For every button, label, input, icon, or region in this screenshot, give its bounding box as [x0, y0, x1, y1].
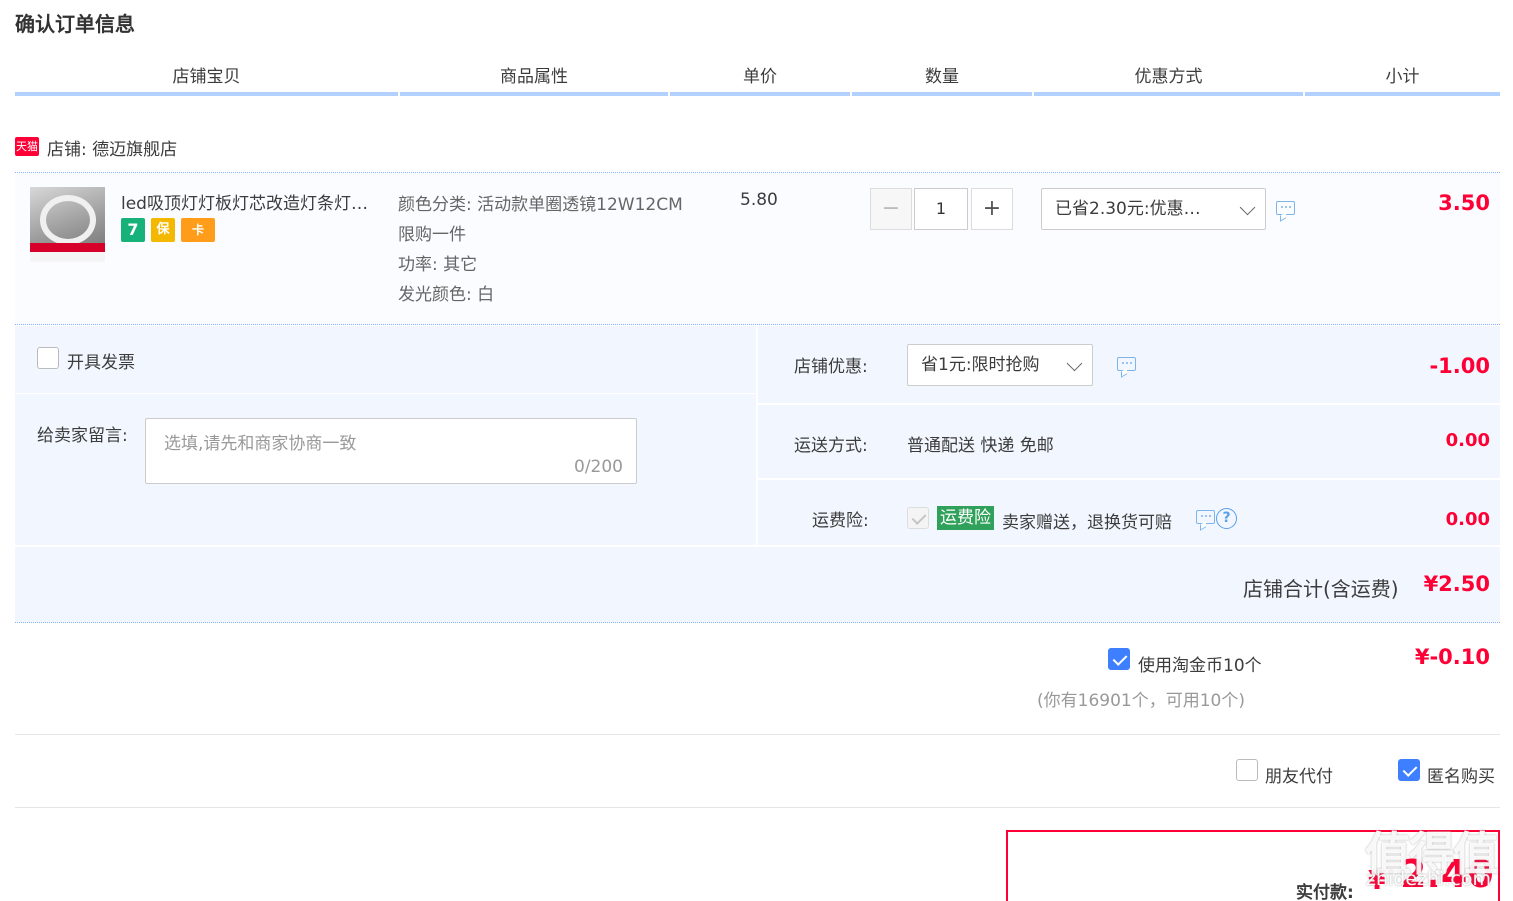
- quantity-input[interactable]: 1: [914, 188, 968, 230]
- attr-power: 功率: 其它: [398, 255, 478, 275]
- chevron-down-icon: [1239, 199, 1256, 216]
- column-header-unit-price: 单价: [670, 60, 850, 96]
- shipping-amount: 0.00: [1445, 430, 1490, 451]
- divider: [15, 734, 1500, 735]
- shop-discount-amount: -1.00: [1429, 354, 1490, 378]
- shop-discount-label: 店铺优惠:: [794, 357, 868, 377]
- invoice-label: 开具发票: [67, 353, 135, 373]
- shipping-label: 运送方式:: [794, 436, 868, 456]
- friend-pay-label: 朋友代付: [1265, 767, 1333, 787]
- chat-icon[interactable]: [1196, 510, 1215, 524]
- watermark-url: zhidezhi.com: [1366, 868, 1491, 890]
- friend-pay-checkbox[interactable]: [1236, 759, 1258, 781]
- divider: [758, 478, 1500, 480]
- page-title: 确认订单信息: [15, 12, 135, 36]
- insurance-label: 运费险:: [812, 511, 869, 531]
- help-icon[interactable]: ?: [1216, 508, 1237, 529]
- invoice-checkbox[interactable]: [37, 347, 59, 369]
- column-header-shop-item: 店铺宝贝: [15, 60, 398, 96]
- guarantee-icon[interactable]: 保: [151, 218, 175, 242]
- seven-day-return-icon[interactable]: 7: [121, 218, 145, 242]
- item-discount-select[interactable]: 已省2.30元:优惠…: [1041, 188, 1266, 230]
- pay-label: 实付款:: [1296, 883, 1354, 901]
- message-placeholder: 选填,请先和商家协商一致: [164, 434, 357, 454]
- coins-available-note: (你有16901个，可用10个): [1037, 691, 1245, 711]
- credit-card-icon[interactable]: 卡: [181, 218, 215, 242]
- table-header: 店铺宝贝 商品属性 单价 数量 优惠方式 小计: [15, 60, 1500, 96]
- item-subtotal: 3.50: [1438, 191, 1490, 215]
- shop-discount-value: 省1元:限时抢购: [921, 355, 1040, 375]
- anonymous-purchase-label: 匿名购买: [1427, 767, 1495, 787]
- coins-amount: ¥-0.10: [1414, 645, 1490, 669]
- chevron-down-icon: [1066, 355, 1083, 372]
- insurance-amount: 0.00: [1445, 509, 1490, 530]
- divider: [756, 326, 758, 545]
- insurance-badge: 运费险: [937, 506, 994, 530]
- insurance-checkbox: [907, 507, 929, 529]
- message-textarea[interactable]: 选填,请先和商家协商一致 0/200: [145, 418, 637, 484]
- quantity-minus-button[interactable]: −: [870, 188, 912, 230]
- shop-discount-select[interactable]: 省1元:限时抢购: [907, 344, 1093, 386]
- anonymous-purchase-checkbox[interactable]: [1398, 759, 1420, 781]
- product-attributes: 颜色分类: 活动款单圈透镜12W12CM 限购一件 功率: 其它 发光颜色: 白: [398, 190, 683, 310]
- column-header-quantity: 数量: [852, 60, 1032, 96]
- shipping-method: 普通配送 快递 免邮: [907, 436, 1054, 456]
- attr-light-color: 发光颜色: 白: [398, 285, 495, 305]
- message-label: 给卖家留言:: [37, 426, 128, 446]
- chat-icon[interactable]: [1117, 357, 1136, 371]
- divider: [758, 403, 1500, 405]
- unit-price: 5.80: [740, 190, 778, 210]
- column-header-subtotal: 小计: [1305, 60, 1500, 96]
- shop-name[interactable]: 店铺: 德迈旗舰店: [47, 135, 177, 160]
- message-char-count: 0/200: [574, 457, 623, 477]
- divider: [15, 393, 756, 394]
- product-image[interactable]: [30, 187, 105, 262]
- column-header-discount: 优惠方式: [1034, 60, 1303, 96]
- insurance-description: 卖家赠送，退换货可赔: [1002, 513, 1172, 533]
- quantity-plus-button[interactable]: +: [971, 188, 1013, 230]
- chat-icon[interactable]: [1276, 201, 1295, 215]
- column-header-attributes: 商品属性: [400, 60, 668, 96]
- divider: [15, 545, 1500, 547]
- use-coins-checkbox[interactable]: [1108, 648, 1130, 670]
- shop-total-label: 店铺合计(含运费): [1243, 577, 1399, 601]
- shop-total-amount: ¥2.50: [1423, 572, 1490, 596]
- divider: [15, 622, 1500, 623]
- divider: [15, 807, 1500, 808]
- tmall-icon: 天猫: [15, 137, 39, 156]
- item-discount-value: 已省2.30元:优惠…: [1055, 199, 1201, 219]
- attr-color: 颜色分类: 活动款单圈透镜12W12CM 限购一件: [398, 195, 683, 245]
- divider: [15, 324, 1500, 325]
- product-title-link[interactable]: led吸顶灯灯板灯芯改造灯条灯…: [121, 189, 383, 214]
- use-coins-label: 使用淘金币10个: [1138, 656, 1262, 676]
